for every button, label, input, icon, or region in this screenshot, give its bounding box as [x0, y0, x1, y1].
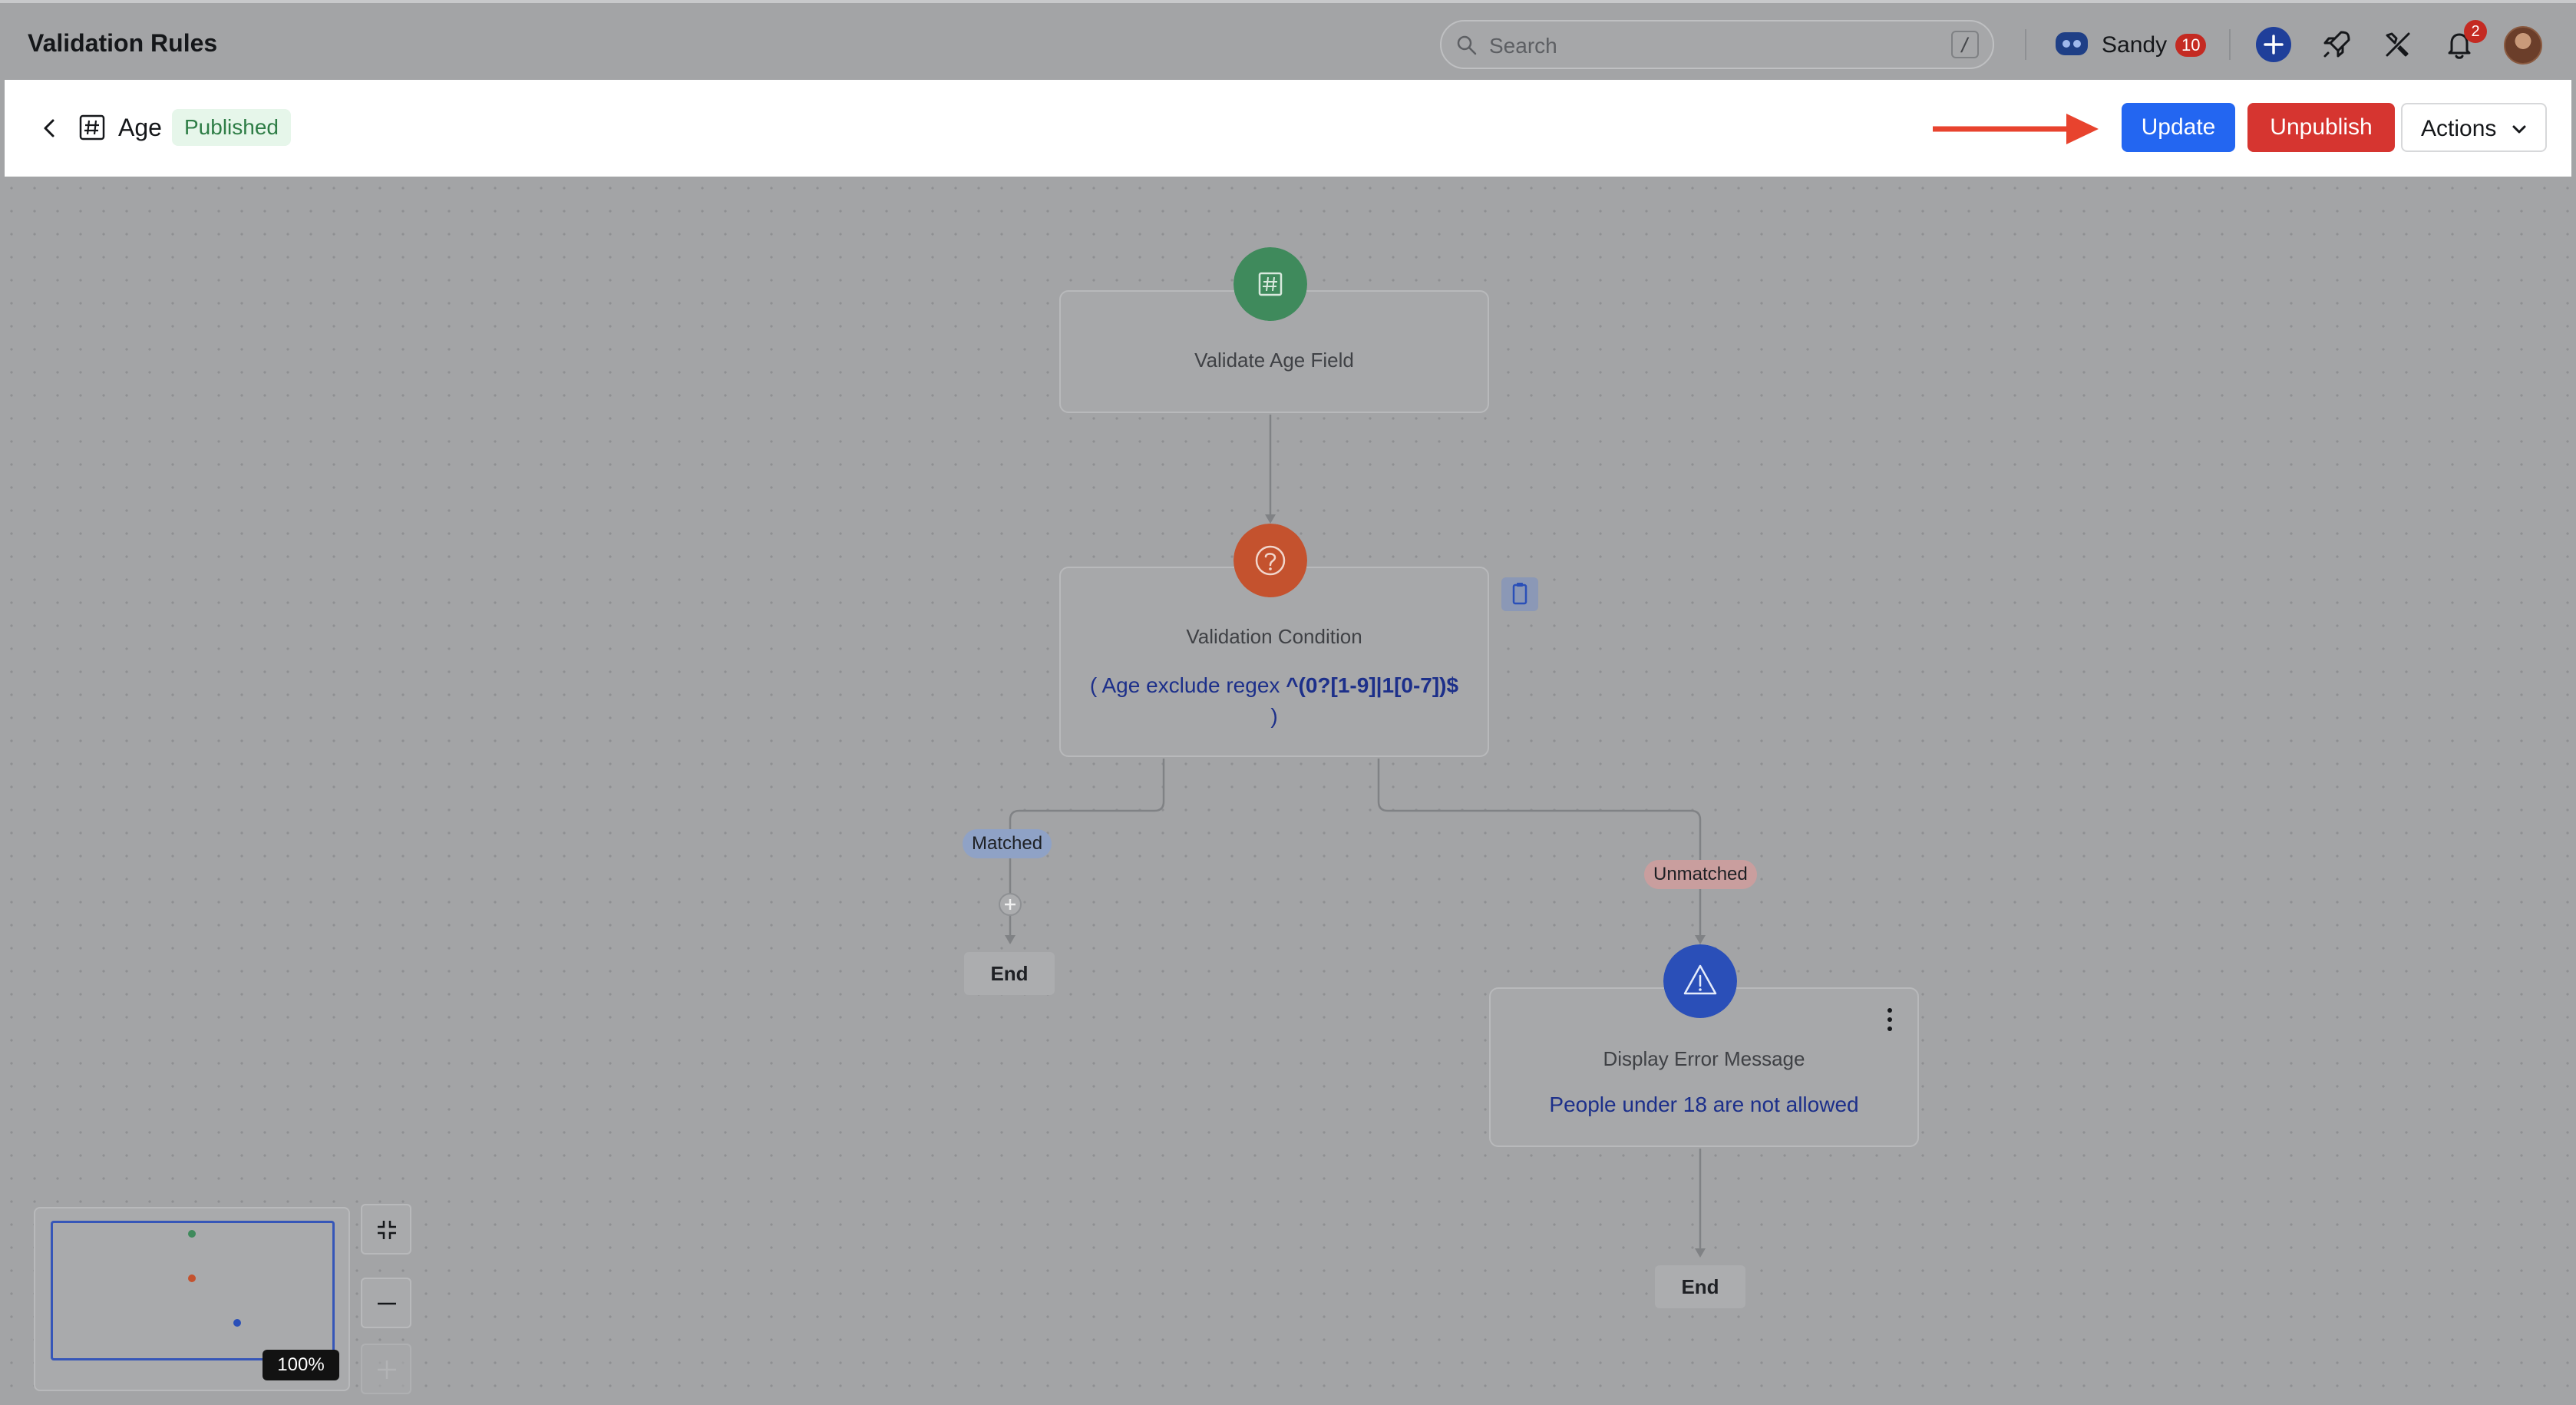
- condition-node-title: Validation Condition: [1186, 625, 1362, 648]
- minimap-viewport[interactable]: [51, 1221, 335, 1360]
- question-icon: [1234, 524, 1307, 597]
- branch-unmatched-label: Unmatched: [1644, 860, 1757, 889]
- fit-view-button[interactable]: [361, 1204, 411, 1255]
- zoom-out-button[interactable]: [361, 1278, 411, 1328]
- action-node-title: Display Error Message: [1603, 1047, 1805, 1070]
- trigger-node-title: Validate Age Field: [1194, 349, 1354, 372]
- warning-icon: [1663, 944, 1737, 1018]
- minimap-node: [188, 1274, 196, 1282]
- number-field-icon: [1234, 247, 1307, 321]
- zoom-level: 100%: [263, 1350, 339, 1380]
- clipboard-icon[interactable]: [1501, 577, 1538, 611]
- zoom-in-button[interactable]: [361, 1344, 411, 1394]
- end-node: End: [964, 952, 1055, 995]
- end-node: End: [1655, 1265, 1745, 1308]
- collapse-icon: [378, 1221, 396, 1239]
- error-message-text: People under 18 are not allowed: [1549, 1093, 1859, 1116]
- condition-expression: ( Age exclude regex ^(0?[1-9]|1[0-7])$ ): [1089, 673, 1459, 728]
- minimap[interactable]: 100%: [34, 1207, 350, 1391]
- minimap-node: [233, 1319, 241, 1327]
- minus-icon: [378, 1302, 396, 1305]
- minimap-node: [188, 1230, 196, 1238]
- clipboard-glyph: [1512, 583, 1527, 605]
- more-vertical-icon[interactable]: [1882, 1006, 1897, 1033]
- branch-matched-label: Matched: [963, 829, 1052, 858]
- plus-icon: [378, 1360, 396, 1379]
- condition-regex: ^(0?[1-9]|1[0-7])$: [1286, 673, 1459, 697]
